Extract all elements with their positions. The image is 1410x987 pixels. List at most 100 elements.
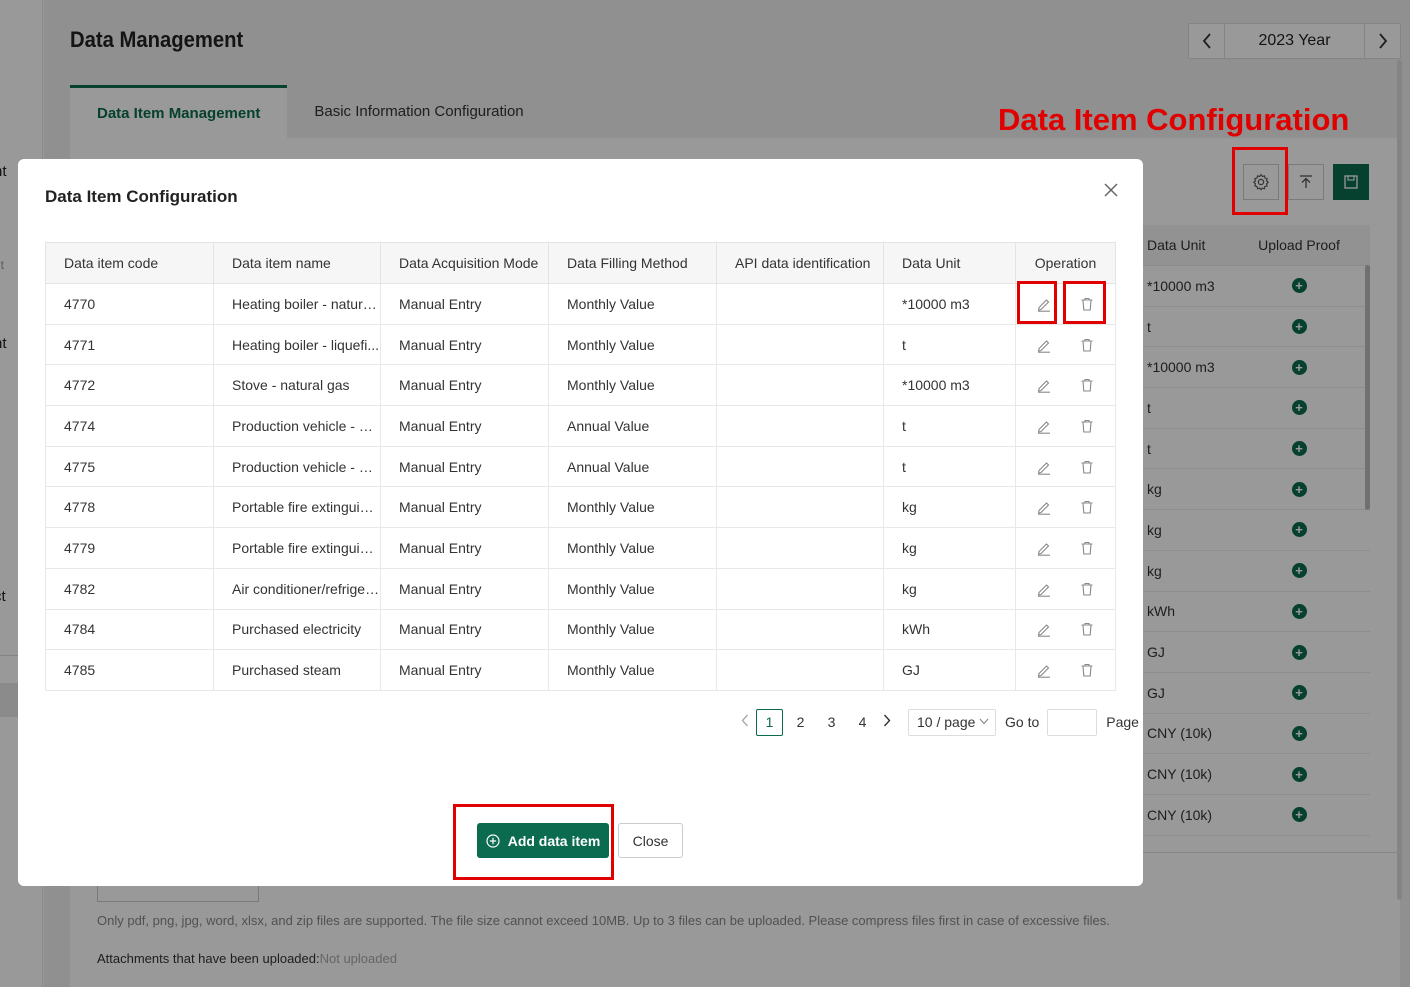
page-number-button[interactable]: 4 (849, 709, 876, 736)
operation-cell (1015, 486, 1116, 529)
acquisition-mode-cell: Manual Entry (380, 649, 549, 691)
name-cell: Heating boiler - natural... (213, 283, 381, 325)
modal-title: Data Item Configuration (45, 187, 238, 206)
name-cell: Purchased steam (213, 649, 381, 691)
data-item-configuration-modal: Data Item Configuration Data item code D… (18, 159, 1143, 886)
col-data-unit: Data Unit (883, 242, 1016, 284)
code-cell: 4771 (45, 324, 214, 366)
filling-method-cell: Annual Value (548, 405, 717, 447)
table-row: 4772 Stove - natural gas Manual Entry Month… (45, 364, 1116, 407)
unit-cell: t (883, 446, 1016, 488)
edit-icon[interactable] (1035, 661, 1053, 679)
delete-icon[interactable] (1078, 580, 1096, 598)
unit-cell: *10000 m3 (883, 364, 1016, 407)
goto-page-input[interactable] (1047, 708, 1098, 736)
edit-icon[interactable] (1035, 336, 1053, 354)
chevron-down-icon (979, 717, 989, 728)
filling-method-cell: Monthly Value (548, 364, 717, 407)
api-identification-cell (716, 405, 884, 447)
col-data-filling-method: Data Filling Method (548, 242, 717, 284)
filling-method-cell: Monthly Value (548, 486, 717, 529)
unit-cell: kg (883, 486, 1016, 529)
pagination: 1234 10 / page Go to Page (736, 708, 1139, 736)
close-button[interactable]: Close (618, 823, 683, 858)
acquisition-mode-cell: Manual Entry (380, 486, 549, 529)
filling-method-cell: Annual Value (548, 446, 717, 488)
table-row: 4778 Portable fire extinguish... Manual En… (45, 486, 1116, 529)
table-row: 4771 Heating boiler - liquefi... Manual En… (45, 324, 1116, 366)
annotation-box-add-data-item (453, 804, 614, 880)
modal-close-button[interactable] (1101, 180, 1121, 200)
code-cell: 4782 (45, 568, 214, 610)
page-size-select[interactable]: 10 / page (908, 708, 996, 736)
unit-cell: GJ (883, 649, 1016, 691)
name-cell: Production vehicle - ga... (213, 405, 381, 447)
chevron-left-icon (741, 714, 749, 726)
data-items-table: Data item code Data item name Data Acqui… (45, 242, 1116, 691)
delete-icon[interactable] (1078, 539, 1096, 557)
delete-icon[interactable] (1078, 620, 1096, 638)
delete-icon[interactable] (1078, 498, 1096, 516)
name-cell: Heating boiler - liquefi... (213, 324, 381, 366)
delete-icon[interactable] (1078, 417, 1096, 435)
operation-cell (1015, 446, 1116, 488)
table-header-row: Data item code Data item name Data Acqui… (45, 242, 1116, 284)
delete-icon[interactable] (1078, 458, 1096, 476)
api-identification-cell (716, 486, 884, 529)
delete-icon[interactable] (1078, 661, 1096, 679)
table-row: 4779 Portable fire extinguish... Manual En… (45, 527, 1116, 569)
operation-cell (1015, 649, 1116, 691)
unit-cell: t (883, 405, 1016, 447)
operation-cell (1015, 568, 1116, 610)
name-cell: Stove - natural gas (213, 364, 381, 407)
unit-cell: *10000 m3 (883, 283, 1016, 325)
edit-icon[interactable] (1035, 539, 1053, 557)
table-row: 4774 Production vehicle - ga... Manual Ent… (45, 405, 1116, 447)
code-cell: 4775 (45, 446, 214, 488)
api-identification-cell (716, 527, 884, 569)
page-size-value: 10 / page (917, 714, 976, 730)
edit-icon[interactable] (1035, 620, 1053, 638)
code-cell: 4778 (45, 486, 214, 529)
annotation-box-edit (1017, 281, 1057, 324)
chevron-right-icon (883, 714, 891, 726)
page-number-button[interactable]: 1 (756, 708, 783, 736)
unit-cell: kWh (883, 609, 1016, 651)
close-icon (1104, 183, 1118, 197)
page-label: Page (1106, 714, 1139, 730)
col-data-item-code: Data item code (45, 242, 214, 284)
table-row: 4785 Purchased steam Manual Entry Monthly V… (45, 649, 1116, 691)
code-cell: 4779 (45, 527, 214, 569)
edit-icon[interactable] (1035, 417, 1053, 435)
name-cell: Purchased electricity (213, 609, 381, 651)
operation-cell (1015, 364, 1116, 407)
edit-icon[interactable] (1035, 498, 1053, 516)
prev-page-button[interactable] (736, 714, 754, 731)
edit-icon[interactable] (1035, 458, 1053, 476)
page-number-button[interactable]: 2 (787, 709, 814, 736)
api-identification-cell (716, 324, 884, 366)
acquisition-mode-cell: Manual Entry (380, 283, 549, 325)
delete-icon[interactable] (1078, 336, 1096, 354)
operation-cell (1015, 324, 1116, 366)
edit-icon[interactable] (1035, 376, 1053, 394)
annotation-box-delete (1063, 281, 1106, 324)
code-cell: 4784 (45, 609, 214, 651)
filling-method-cell: Monthly Value (548, 568, 717, 610)
next-page-button[interactable] (878, 714, 896, 731)
goto-label: Go to (1005, 714, 1040, 730)
operation-cell (1015, 405, 1116, 447)
code-cell: 4774 (45, 405, 214, 447)
filling-method-cell: Monthly Value (548, 527, 717, 569)
operation-cell (1015, 609, 1116, 651)
col-data-item-name: Data item name (213, 242, 381, 284)
acquisition-mode-cell: Manual Entry (380, 568, 549, 610)
edit-icon[interactable] (1035, 580, 1053, 598)
code-cell: 4772 (45, 364, 214, 407)
acquisition-mode-cell: Manual Entry (380, 527, 549, 569)
page-number-button[interactable]: 3 (818, 709, 845, 736)
delete-icon[interactable] (1078, 376, 1096, 394)
filling-method-cell: Monthly Value (548, 649, 717, 691)
filling-method-cell: Monthly Value (548, 283, 717, 325)
api-identification-cell (716, 283, 884, 325)
